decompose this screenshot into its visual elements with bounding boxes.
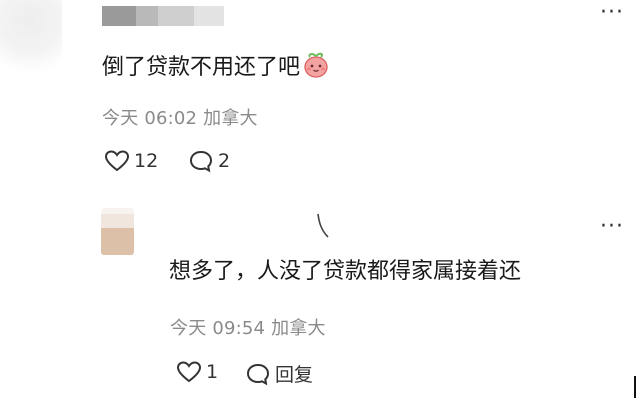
- reply-time: 今天 09:54: [170, 318, 266, 339]
- reply-like-button[interactable]: 1: [176, 360, 218, 384]
- comment-bubble-icon: [245, 362, 271, 386]
- reply-button-label: 回复: [275, 364, 314, 386]
- heart-icon: [176, 360, 202, 384]
- comment-bubble-icon: [188, 149, 214, 173]
- reply-like-count: 1: [206, 361, 219, 383]
- reply-more-options-icon[interactable]: ···: [600, 216, 624, 238]
- scroll-edge-marker: [634, 376, 636, 398]
- commenter-avatar[interactable]: [0, 0, 62, 72]
- comment-location: 加拿大: [203, 108, 258, 129]
- comment-text-content: 倒了贷款不用还了吧: [102, 55, 301, 80]
- reply-count: 2: [218, 150, 231, 172]
- replier-avatar[interactable]: [101, 208, 134, 255]
- reply-meta: 今天 09:54 加拿大: [170, 314, 326, 340]
- like-button[interactable]: 12: [104, 149, 158, 173]
- reply-count-button[interactable]: 2: [188, 149, 230, 173]
- comment-meta: 今天 06:02 加拿大: [102, 104, 258, 130]
- peach-face-emoji-icon: [302, 51, 330, 88]
- commenter-username-blurred[interactable]: [102, 6, 224, 26]
- reply-text: 想多了，人没了贷款都得家属接着还: [169, 259, 522, 284]
- heart-icon: [104, 149, 130, 173]
- reply-location: 加拿大: [271, 318, 326, 339]
- comment-text: 倒了贷款不用还了吧: [102, 51, 330, 88]
- stray-mark: [316, 212, 330, 244]
- like-count: 12: [134, 150, 159, 172]
- more-options-icon[interactable]: ···: [600, 2, 624, 24]
- reply-button[interactable]: 回复: [245, 360, 313, 387]
- comment-time: 今天 06:02: [102, 108, 198, 129]
